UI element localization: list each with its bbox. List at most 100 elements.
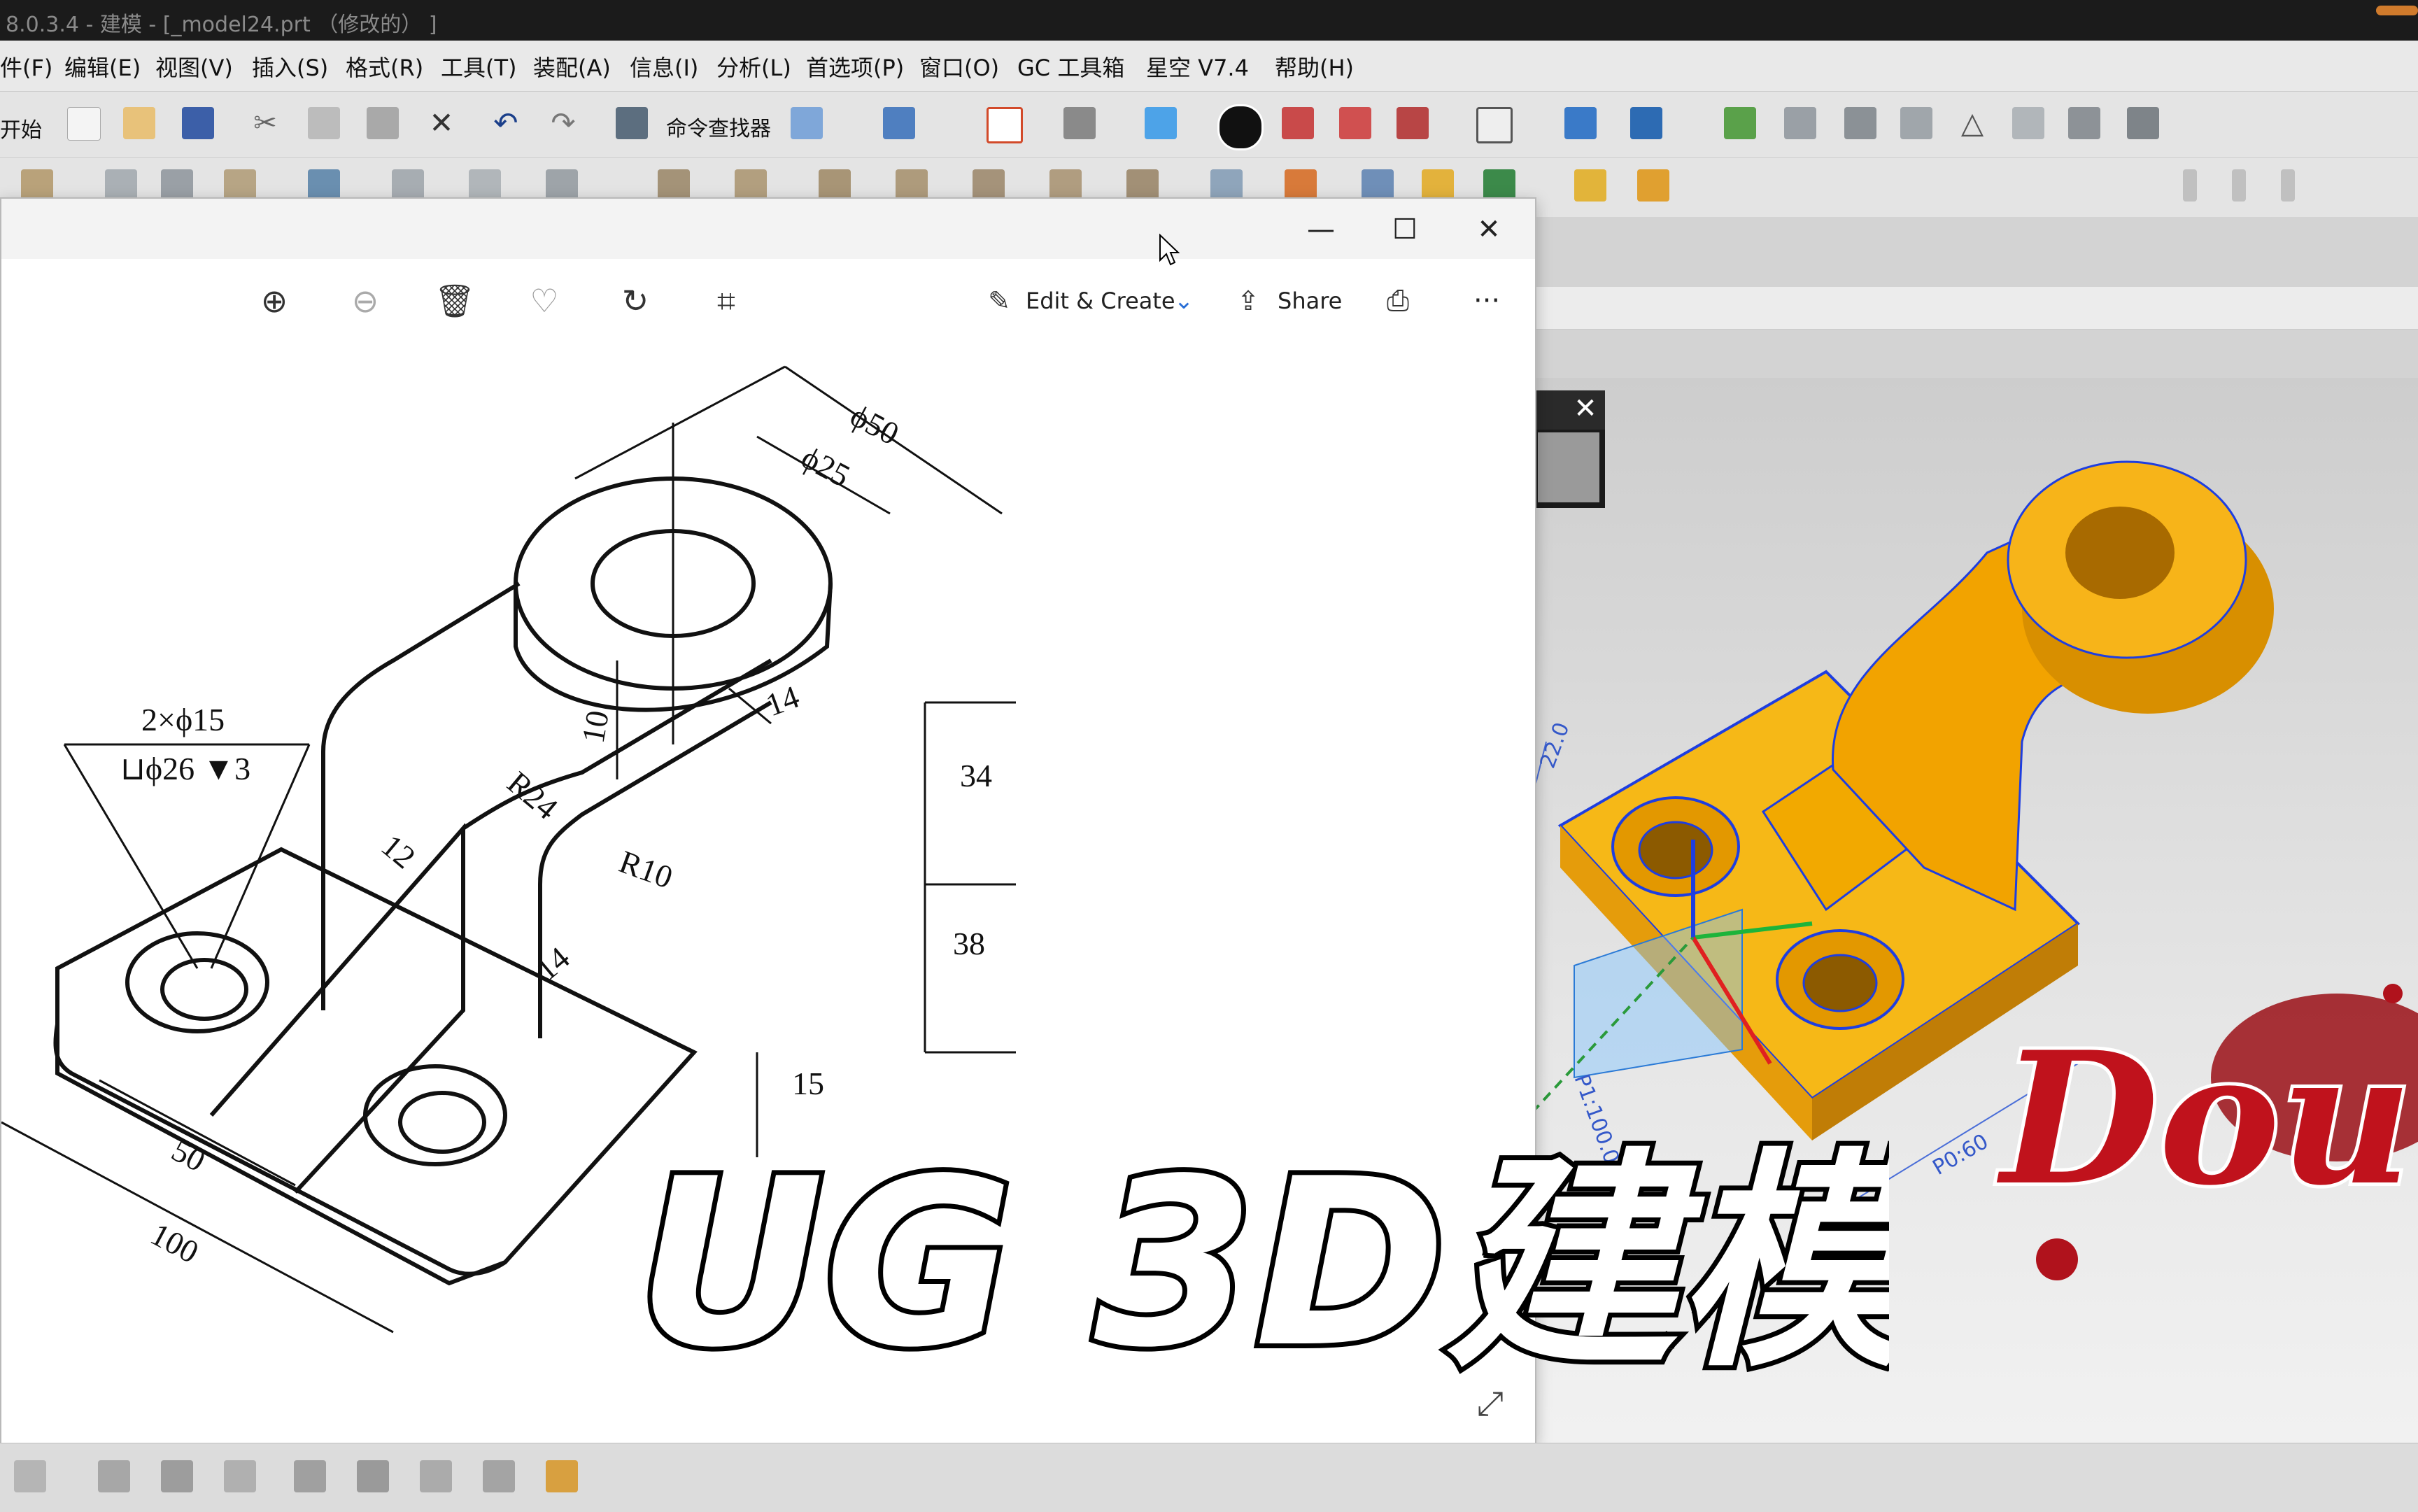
deviation-icon[interactable] bbox=[2127, 107, 2159, 139]
part-hole-1-inner bbox=[1638, 821, 1713, 879]
triangle-icon[interactable]: △ bbox=[1956, 107, 1988, 139]
title-accent bbox=[2376, 6, 2418, 15]
menu-xingkong[interactable]: 星空 V7.4 bbox=[1146, 50, 1249, 83]
menu-info[interactable]: 信息(I) bbox=[630, 50, 698, 83]
drawing-hole-right-inner bbox=[398, 1091, 486, 1154]
existing-point-icon[interactable] bbox=[420, 1460, 452, 1492]
endpoint-icon[interactable] bbox=[98, 1460, 130, 1492]
surface-analysis-icon[interactable] bbox=[2068, 107, 2100, 139]
dim-14-bottom: 14 bbox=[529, 940, 577, 988]
section-view-icon[interactable] bbox=[1282, 107, 1314, 139]
intersection-icon[interactable] bbox=[294, 1460, 326, 1492]
fit-view-icon[interactable] bbox=[987, 107, 1023, 143]
dim-r10: R10 bbox=[615, 843, 678, 895]
share-button[interactable]: Share bbox=[1278, 280, 1342, 322]
delete-icon[interactable]: 🗑 bbox=[434, 280, 476, 322]
render-style-icon[interactable] bbox=[1217, 104, 1264, 150]
orient-view-icon[interactable] bbox=[1063, 107, 1096, 139]
dim-12: 12 bbox=[375, 828, 423, 876]
menu-assembly[interactable]: 装配(A) bbox=[533, 50, 611, 83]
menu-help[interactable]: 帮助(H) bbox=[1275, 50, 1354, 83]
dim-phi50: ϕ50 bbox=[844, 397, 905, 452]
protractor-icon[interactable] bbox=[1637, 169, 1669, 202]
edit-create-button[interactable]: Edit & Create bbox=[1026, 280, 1175, 322]
brand-splash-dot bbox=[2383, 984, 2403, 1003]
center-point-icon[interactable] bbox=[224, 1460, 256, 1492]
favorite-heart-icon[interactable]: ♡ bbox=[523, 280, 565, 322]
measure-icon[interactable] bbox=[1784, 107, 1816, 139]
menu-tools[interactable]: 工具(T) bbox=[441, 50, 517, 83]
crop-icon[interactable]: ⌗ bbox=[705, 280, 747, 322]
minimize-button[interactable]: — bbox=[1300, 209, 1342, 250]
view-cube-icon[interactable] bbox=[791, 107, 823, 139]
maximize-button[interactable]: ☐ bbox=[1384, 209, 1426, 250]
print-icon[interactable]: ⎙ bbox=[1377, 280, 1419, 322]
point-on-curve-icon[interactable] bbox=[483, 1460, 515, 1492]
dim-38: 38 bbox=[953, 926, 985, 961]
start-button[interactable]: 开始 bbox=[0, 113, 42, 143]
menu-preferences[interactable]: 首选项(P) bbox=[806, 50, 904, 83]
ruler-icon[interactable] bbox=[1574, 169, 1606, 202]
zoom-in-icon[interactable]: ⊕ bbox=[253, 280, 295, 322]
drawing-base-plate bbox=[53, 847, 698, 1276]
move-object-icon[interactable] bbox=[1564, 107, 1597, 139]
menu-analysis[interactable]: 分析(L) bbox=[716, 50, 791, 83]
redo-icon[interactable]: ↷ bbox=[547, 107, 579, 139]
rotate-icon[interactable]: ↻ bbox=[614, 280, 656, 322]
toolbar-handle-icon[interactable] bbox=[2232, 169, 2246, 202]
paste-icon[interactable] bbox=[367, 107, 399, 139]
brand-logo: Dou Ki bbox=[1992, 984, 2418, 1280]
analysis-icon[interactable] bbox=[1844, 107, 1876, 139]
quadrant-icon[interactable] bbox=[357, 1460, 389, 1492]
midpoint-icon[interactable] bbox=[161, 1460, 193, 1492]
viewport-dim-label: 22.0 bbox=[1536, 719, 1575, 772]
menu-bar: 件(F) 编辑(E) 视图(V) 插入(S) 格式(R) 工具(T) 装配(A)… bbox=[0, 41, 2418, 92]
open-folder-icon[interactable] bbox=[123, 107, 155, 139]
shaded-cube-icon[interactable] bbox=[1145, 107, 1177, 139]
snap-point-icon[interactable] bbox=[14, 1460, 46, 1492]
dim-r24: R24 bbox=[501, 765, 565, 826]
menu-gc-toolbox[interactable]: GC 工具箱 bbox=[1017, 50, 1124, 83]
check-icon[interactable] bbox=[1724, 107, 1756, 139]
close-icon[interactable]: ✕ bbox=[1569, 392, 1602, 425]
overlay-title: UG 3D建模 bbox=[637, 1129, 1889, 1398]
new-file-icon[interactable] bbox=[67, 107, 101, 141]
part-hole-2-inner bbox=[1802, 954, 1878, 1012]
close-button[interactable]: ✕ bbox=[1468, 209, 1510, 250]
layer-icon[interactable] bbox=[1476, 107, 1513, 143]
menu-format[interactable]: 格式(R) bbox=[346, 50, 423, 83]
drawing-arm bbox=[321, 581, 521, 1010]
edit-create-icon[interactable]: ✎ bbox=[978, 280, 1020, 322]
zoom-out-icon[interactable]: ⊖ bbox=[344, 280, 386, 322]
brand-splash-dot bbox=[2036, 1238, 2078, 1280]
delete-icon[interactable]: ✕ bbox=[425, 107, 458, 139]
dim-100: 100 bbox=[145, 1216, 204, 1270]
menu-edit[interactable]: 编辑(E) bbox=[64, 50, 141, 83]
share-icon[interactable]: ⇪ bbox=[1227, 280, 1269, 322]
menu-view[interactable]: 视图(V) bbox=[155, 50, 233, 83]
command-finder-icon[interactable] bbox=[616, 107, 648, 139]
transform-icon[interactable] bbox=[1630, 107, 1662, 139]
menu-file[interactable]: 件(F) bbox=[0, 50, 52, 83]
clip-view-icon[interactable] bbox=[1397, 107, 1429, 139]
chevron-down-icon[interactable]: ⌄ bbox=[1163, 280, 1205, 322]
copy-icon[interactable] bbox=[308, 107, 340, 139]
curve-analysis-icon[interactable] bbox=[1900, 107, 1932, 139]
toolbar-handle-icon[interactable] bbox=[2183, 169, 2197, 202]
save-icon[interactable] bbox=[182, 107, 214, 139]
cut-icon[interactable]: ✂ bbox=[249, 107, 281, 139]
toolbar-handle-icon[interactable] bbox=[2281, 169, 2295, 202]
dim-50: 50 bbox=[166, 1132, 211, 1179]
dim-line bbox=[574, 365, 786, 480]
menu-window[interactable]: 窗口(O) bbox=[919, 50, 999, 83]
panel-strip bbox=[1532, 287, 2418, 330]
point-on-face-icon[interactable] bbox=[546, 1460, 578, 1492]
undo-icon[interactable]: ↶ bbox=[490, 107, 522, 139]
menu-insert[interactable]: 插入(S) bbox=[252, 50, 328, 83]
sheet-icon[interactable] bbox=[2012, 107, 2044, 139]
select-filter-icon[interactable] bbox=[883, 107, 915, 139]
more-options-button[interactable]: ··· bbox=[1473, 280, 1500, 322]
dim-2x-phi15: 2×ϕ15 bbox=[141, 702, 225, 737]
wireframe-icon[interactable] bbox=[1339, 107, 1371, 139]
command-finder-button[interactable]: 命令查找器 bbox=[666, 111, 771, 142]
